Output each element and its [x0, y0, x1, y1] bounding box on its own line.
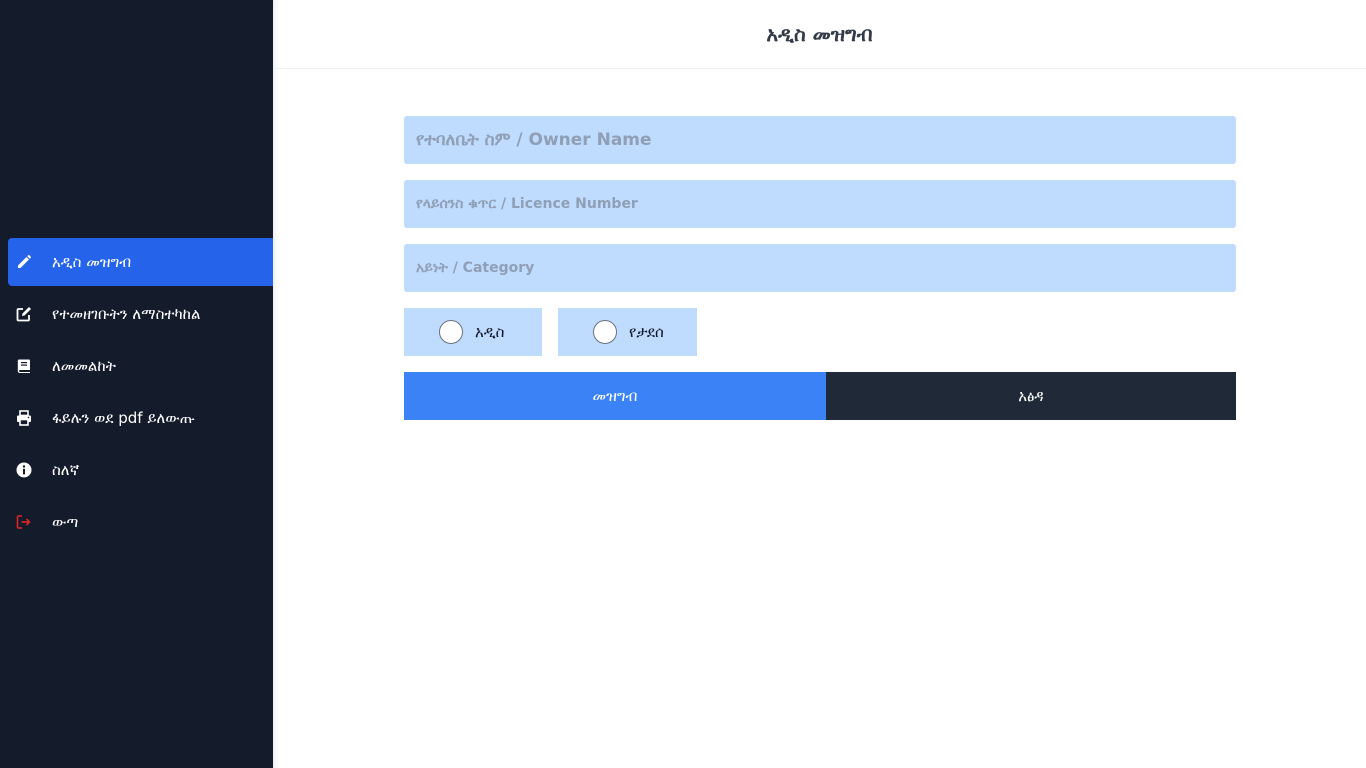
sidebar-item-new-record[interactable]: አዲስ መዝግብ [8, 238, 273, 286]
book-icon [16, 358, 32, 374]
main-content: አዲስ መዝግብ አዲስ የታደሰ መዝግብ አፅዳ [273, 0, 1366, 768]
sidebar-item-export-pdf[interactable]: ፋይሉን ወደ pdf ይለውጡ [8, 394, 273, 442]
sidebar-item-label: ለመመልከት [52, 357, 116, 375]
clear-button[interactable]: አፅዳ [826, 372, 1236, 420]
sidebar-item-view[interactable]: ለመመልከት [8, 342, 273, 390]
page-title: አዲስ መዝግብ [766, 22, 873, 46]
status-radio-group: አዲስ የታደሰ [404, 308, 1236, 356]
printer-icon [16, 410, 32, 426]
sidebar-nav: አዲስ መዝግብ የተመዘገቡትን ለማስተካከል ለመመልከት ፋይሉን ወደ… [8, 238, 273, 550]
registration-form: አዲስ የታደሰ መዝግብ አፅዳ [404, 116, 1236, 420]
radio-option-new[interactable]: አዲስ [404, 308, 542, 356]
sidebar-item-label: ፋይሉን ወደ pdf ይለውጡ [52, 409, 195, 427]
sidebar-item-logout[interactable]: ውጣ [8, 498, 273, 546]
radio-button-new[interactable] [439, 320, 463, 344]
category-input[interactable] [404, 244, 1236, 292]
sidebar-item-edit-records[interactable]: የተመዘገቡትን ለማስተካከል [8, 290, 273, 338]
info-icon [16, 462, 32, 478]
licence-number-input[interactable] [404, 180, 1236, 228]
edit-icon [16, 306, 32, 322]
sidebar-item-label: ውጣ [52, 513, 79, 531]
sidebar-item-label: ስለኛ [52, 461, 80, 479]
sidebar-item-label: የተመዘገቡትን ለማስተካከል [52, 305, 201, 323]
owner-name-input[interactable] [404, 116, 1236, 164]
radio-option-renewed[interactable]: የታደሰ [558, 308, 697, 356]
form-actions: መዝግብ አፅዳ [404, 372, 1236, 420]
logout-icon [16, 514, 32, 530]
pencil-icon [16, 254, 32, 270]
sidebar: አዲስ መዝግብ የተመዘገቡትን ለማስተካከል ለመመልከት ፋይሉን ወደ… [0, 0, 273, 768]
sidebar-item-label: አዲስ መዝግብ [52, 253, 132, 271]
submit-button[interactable]: መዝግብ [404, 372, 826, 420]
radio-label-new: አዲስ [475, 323, 505, 341]
radio-button-renewed[interactable] [593, 320, 617, 344]
sidebar-item-about[interactable]: ስለኛ [8, 446, 273, 494]
page-header: አዲስ መዝግብ [273, 0, 1366, 69]
radio-label-renewed: የታደሰ [629, 323, 664, 341]
